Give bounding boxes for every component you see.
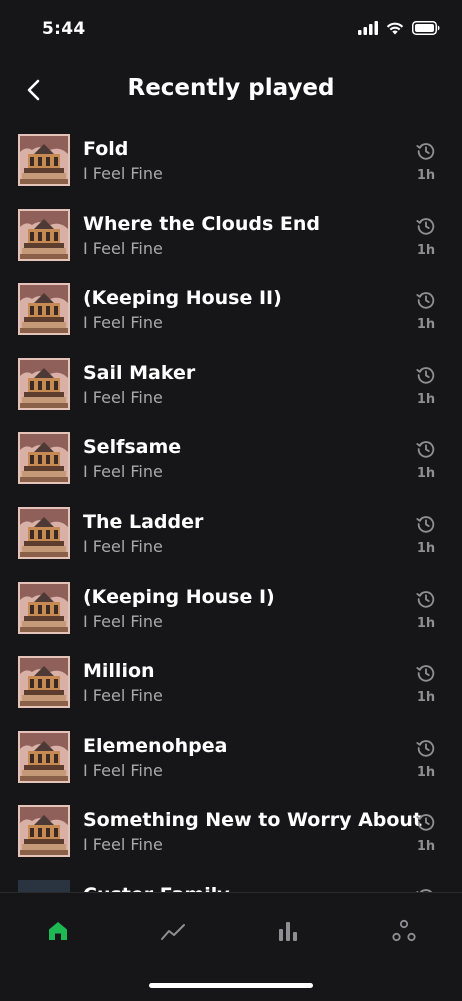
played-time-ago: 1h bbox=[416, 242, 436, 258]
album-art bbox=[18, 581, 70, 634]
history-icon bbox=[416, 217, 435, 235]
history-icon bbox=[416, 516, 435, 533]
history-icon bbox=[416, 366, 435, 384]
home-icon bbox=[49, 922, 67, 940]
track-row[interactable]: Where the Clouds End I Feel Fine 1h bbox=[0, 199, 462, 274]
played-time-ago: 1h bbox=[416, 317, 436, 333]
album-art bbox=[18, 879, 70, 892]
tab-social[interactable] bbox=[384, 911, 424, 951]
history-icon bbox=[416, 814, 435, 831]
track-row[interactable]: Sail Maker I Feel Fine 1h bbox=[0, 348, 462, 423]
album-art bbox=[18, 357, 70, 410]
album-art bbox=[18, 283, 70, 336]
track-row[interactable]: Custer Family bbox=[0, 870, 462, 892]
track-row[interactable]: (Keeping House I) I Feel Fine 1h bbox=[0, 572, 462, 647]
recently-played-list[interactable]: Fold I Feel Fine 1h Where the Clouds End… bbox=[0, 124, 462, 892]
track-title: Elemenohpea bbox=[83, 734, 228, 757]
page-title: Recently played bbox=[127, 75, 335, 101]
history-icon bbox=[416, 590, 435, 608]
track-row[interactable]: Something New to Worry About I Feel Fine… bbox=[0, 795, 462, 870]
played-time-ago: 1h bbox=[416, 540, 436, 556]
header: Recently played bbox=[0, 60, 462, 120]
track-artist: I Feel Fine bbox=[83, 611, 163, 631]
track-row[interactable]: Million I Feel Fine 1h bbox=[0, 646, 462, 721]
album-art bbox=[18, 805, 70, 858]
track-artist: I Feel Fine bbox=[83, 387, 163, 407]
tab-trends[interactable] bbox=[153, 911, 193, 951]
track-artist: I Feel Fine bbox=[83, 164, 163, 183]
track-artist: I Feel Fine bbox=[83, 462, 163, 482]
history-icon bbox=[416, 292, 435, 309]
battery-icon bbox=[412, 21, 440, 35]
history-icon bbox=[416, 665, 435, 682]
track-artist: I Feel Fine bbox=[83, 760, 163, 780]
track-title: Custer Family bbox=[83, 884, 230, 892]
album-art bbox=[18, 134, 70, 186]
track-artist: I Feel Fine bbox=[83, 835, 163, 855]
trend-icon bbox=[161, 924, 185, 940]
history-icon bbox=[416, 143, 435, 160]
track-title: Where the Clouds End bbox=[83, 212, 321, 235]
track-row[interactable]: Selfsame I Feel Fine 1h bbox=[0, 422, 462, 497]
tab-stats[interactable] bbox=[268, 911, 308, 951]
album-art bbox=[18, 656, 70, 709]
history-icon bbox=[416, 441, 435, 458]
track-artist: I Feel Fine bbox=[83, 536, 163, 556]
tab-home[interactable] bbox=[38, 911, 78, 951]
track-title: Million bbox=[83, 660, 155, 683]
track-title: The Ladder bbox=[83, 510, 204, 533]
played-time-ago: 1h bbox=[416, 466, 436, 482]
track-title: Fold bbox=[83, 138, 129, 160]
track-row[interactable]: Fold I Feel Fine 1h bbox=[0, 124, 462, 199]
track-row[interactable]: (Keeping House II) I Feel Fine 1h bbox=[0, 273, 462, 348]
played-time-ago: 1h bbox=[416, 615, 436, 631]
nodes-icon bbox=[392, 919, 416, 942]
track-row[interactable]: The Ladder I Feel Fine 1h bbox=[0, 497, 462, 572]
bar-chart-icon bbox=[279, 922, 297, 941]
album-art bbox=[18, 730, 70, 783]
history-icon bbox=[416, 739, 435, 757]
track-row[interactable]: Elemenohpea I Feel Fine 1h bbox=[0, 721, 462, 796]
album-art bbox=[18, 506, 70, 559]
track-title: (Keeping House I) bbox=[83, 585, 275, 608]
home-indicator[interactable] bbox=[149, 983, 313, 988]
track-title: Selfsame bbox=[83, 436, 182, 459]
wifi-icon bbox=[386, 22, 404, 35]
track-title: Something New to Worry About bbox=[83, 809, 423, 832]
status-time: 5:44 bbox=[42, 19, 86, 39]
played-time-ago: 1h bbox=[416, 764, 436, 780]
cellular-signal-icon bbox=[358, 21, 378, 35]
status-icons bbox=[358, 21, 440, 35]
track-title: Sail Maker bbox=[83, 361, 196, 384]
played-time-ago: 1h bbox=[416, 168, 436, 183]
played-time-ago: 1h bbox=[416, 690, 436, 706]
track-artist: I Feel Fine bbox=[83, 313, 163, 333]
played-time-ago: 1h bbox=[416, 839, 436, 855]
album-art bbox=[18, 432, 70, 485]
track-title: (Keeping House II) bbox=[83, 287, 282, 310]
track-artist: I Feel Fine bbox=[83, 238, 163, 258]
track-artist: I Feel Fine bbox=[83, 686, 163, 706]
status-bar: 5:44 bbox=[0, 0, 462, 60]
album-art bbox=[18, 208, 70, 261]
played-time-ago: 1h bbox=[416, 391, 436, 407]
